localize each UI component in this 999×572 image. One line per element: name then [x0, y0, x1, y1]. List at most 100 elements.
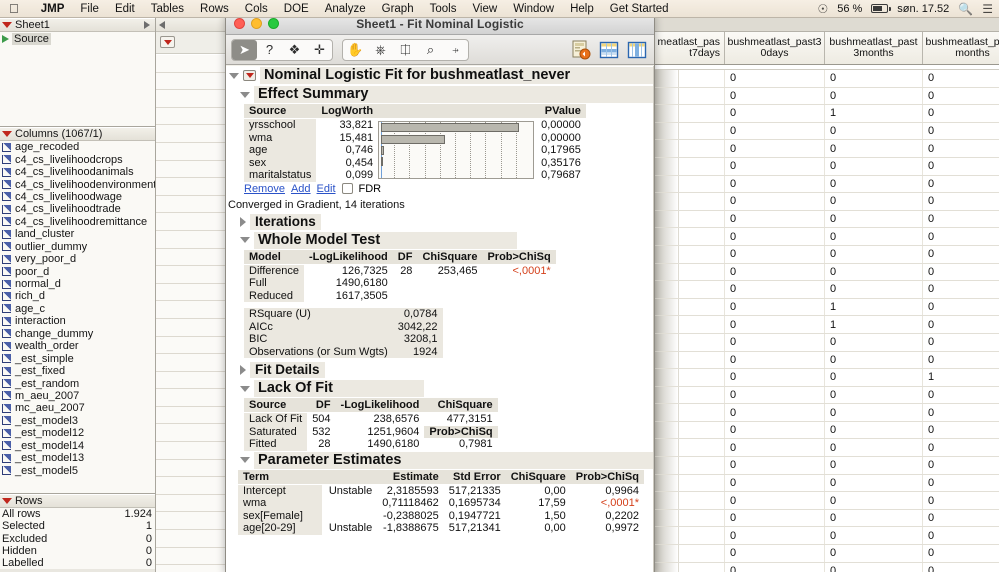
- grid-column-headers[interactable]: meatlast_past7days bushmeatlast_past30day…: [655, 32, 999, 65]
- row-handle[interactable]: [655, 351, 679, 369]
- whole-model-test-header[interactable]: Whole Model Test: [226, 231, 654, 250]
- dropbox-icon[interactable]: ☉: [817, 2, 828, 16]
- parameter-estimate-row[interactable]: Intercept Unstable 2,3185593 517,21335 0,00 0…: [238, 484, 644, 497]
- disclosure-triangle-icon[interactable]: [240, 385, 250, 392]
- table-cell[interactable]: 0: [825, 281, 923, 298]
- column-list-item[interactable]: wealth_order: [0, 340, 155, 352]
- table-row[interactable]: 000: [655, 404, 999, 422]
- table-cell[interactable]: 0: [825, 527, 923, 545]
- row-handle[interactable]: [655, 421, 679, 439]
- table-cell[interactable]: [679, 457, 725, 474]
- column-list-item[interactable]: normal_d: [0, 278, 155, 290]
- table-cell[interactable]: 0: [923, 457, 999, 474]
- table-cell[interactable]: [679, 122, 725, 140]
- table-cell[interactable]: 0: [725, 193, 825, 210]
- table-cell[interactable]: 0: [825, 545, 923, 562]
- grid-column-header[interactable]: bushmeatlast_past3months: [825, 32, 923, 64]
- table-cell[interactable]: 0: [825, 439, 923, 457]
- red-triangle-menu-icon[interactable]: [2, 131, 12, 137]
- table-cell[interactable]: 0: [725, 369, 825, 386]
- table-cell[interactable]: 0: [825, 210, 923, 228]
- table-cell[interactable]: 0: [725, 386, 825, 404]
- menu-item-window[interactable]: Window: [505, 0, 562, 18]
- table-cell[interactable]: [679, 228, 725, 245]
- table-cell[interactable]: [679, 369, 725, 386]
- table-row[interactable]: 000: [655, 545, 999, 563]
- column-list-item[interactable]: _est_model5: [0, 464, 155, 477]
- row-handle[interactable]: [655, 157, 679, 175]
- row-handle[interactable]: [655, 210, 679, 228]
- table-cell[interactable]: [679, 87, 725, 105]
- gutter-header[interactable]: [156, 18, 225, 32]
- nominal-logistic-fit-header[interactable]: Nominal Logistic Fit for bushmeatlast_ne…: [226, 66, 654, 85]
- table-row[interactable]: 000: [655, 492, 999, 510]
- table-cell[interactable]: 0: [825, 175, 923, 193]
- whole-model-test-table[interactable]: Model -LogLikelihood DF ChiSquare Prob>C…: [244, 249, 556, 302]
- table-cell[interactable]: 0: [725, 474, 825, 492]
- row-handle[interactable]: [655, 193, 679, 210]
- menu-item-view[interactable]: View: [464, 0, 505, 18]
- table-cell[interactable]: 0: [725, 439, 825, 457]
- help-question-tool[interactable]: ?: [257, 40, 282, 60]
- table-cell[interactable]: 0: [725, 316, 825, 333]
- disclosure-triangle-icon[interactable]: [240, 457, 250, 463]
- table-row[interactable]: 000: [655, 122, 999, 141]
- parameter-estimate-row[interactable]: sex[Female] -0,2388025 0,1947721 1,50 0,2202: [238, 509, 644, 522]
- menu-item-file[interactable]: File: [72, 0, 107, 18]
- row-handle[interactable]: [655, 140, 679, 157]
- table-panel-header[interactable]: Sheet1: [0, 18, 155, 32]
- row-handle[interactable]: [655, 175, 679, 193]
- table-row[interactable]: 000: [655, 263, 999, 282]
- table-cell[interactable]: 0: [825, 562, 923, 572]
- table-cell[interactable]: [679, 351, 725, 369]
- column-list-item[interactable]: outlier_dummy: [0, 241, 155, 253]
- table-cell[interactable]: [679, 140, 725, 157]
- menu-item-help[interactable]: Help: [562, 0, 602, 18]
- table-row[interactable]: 000: [655, 351, 999, 370]
- table-cell[interactable]: 1: [825, 316, 923, 333]
- disclosure-triangle-icon[interactable]: [240, 91, 250, 98]
- table-cell[interactable]: 0: [725, 333, 825, 351]
- table-cell[interactable]: [679, 474, 725, 492]
- move-tool[interactable]: ✛: [307, 40, 332, 60]
- column-list-item[interactable]: very_poor_d: [0, 253, 155, 265]
- iterations-header[interactable]: Iterations: [226, 213, 654, 231]
- effect-summary-table[interactable]: Source LogWorth PValue yrsschool 33,821 0,…: [244, 104, 586, 182]
- column-list-item[interactable]: _est_random: [0, 377, 155, 390]
- red-triangle-menu-icon[interactable]: [243, 70, 256, 81]
- table-cell[interactable]: 0: [825, 351, 923, 369]
- remove-link[interactable]: Remove: [244, 183, 285, 195]
- table-cell[interactable]: 0: [923, 281, 999, 298]
- table-cell[interactable]: [679, 105, 725, 122]
- table-row[interactable]: 000: [655, 421, 999, 440]
- table-cell[interactable]: 0: [825, 404, 923, 421]
- table-cell[interactable]: 0: [725, 527, 825, 545]
- table-cell[interactable]: 0: [923, 228, 999, 245]
- table-row[interactable]: 000: [655, 193, 999, 211]
- table-cell[interactable]: 0: [923, 316, 999, 333]
- table-cell[interactable]: [679, 70, 725, 87]
- table-cell[interactable]: 0: [825, 157, 923, 175]
- row-handle[interactable]: [655, 245, 679, 263]
- fit-details-header[interactable]: Fit Details: [226, 361, 654, 379]
- hand-grabber-tool[interactable]: ✋: [343, 40, 368, 60]
- whole-model-row[interactable]: Full 1490,6180: [244, 277, 556, 290]
- table-cell[interactable]: 0: [825, 421, 923, 439]
- table-cell[interactable]: [679, 386, 725, 404]
- menubar-clock[interactable]: søn. 17.52: [897, 3, 949, 15]
- row-stat-item[interactable]: Excluded 0: [0, 533, 155, 545]
- crosshair-tool[interactable]: ❖: [282, 40, 307, 60]
- table-cell[interactable]: [679, 492, 725, 509]
- table-row[interactable]: 010: [655, 316, 999, 334]
- grid-column-header[interactable]: bushmeatlast_past6months: [923, 32, 999, 64]
- row-handle[interactable]: [655, 281, 679, 298]
- table-cell[interactable]: [679, 210, 725, 228]
- row-handle[interactable]: [655, 562, 679, 572]
- row-handle[interactable]: [655, 492, 679, 509]
- lack-of-fit-header[interactable]: Lack Of Fit: [226, 379, 654, 398]
- table-cell[interactable]: 0: [725, 210, 825, 228]
- spreadsheet-grid[interactable]: meatlast_past7days bushmeatlast_past30day…: [655, 18, 999, 572]
- parameter-estimates-table[interactable]: Term Estimate Std Error ChiSquare Prob>C…: [238, 469, 644, 535]
- table-cell[interactable]: 0: [825, 245, 923, 263]
- table-cell[interactable]: [679, 245, 725, 263]
